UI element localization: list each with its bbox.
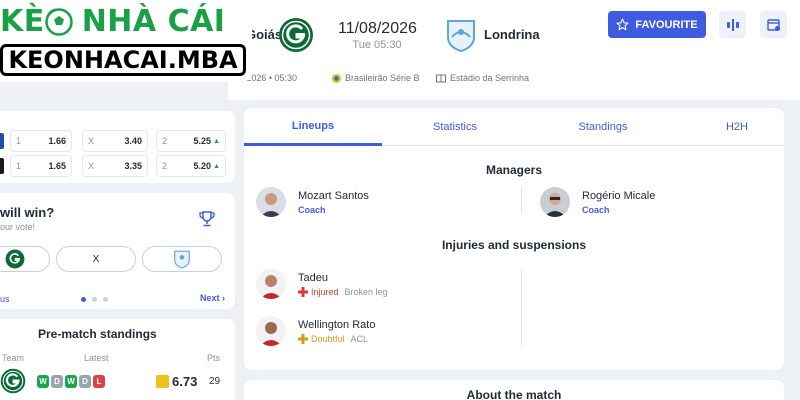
tab-h2h[interactable]: H2H [668, 108, 800, 146]
tab-lineups[interactable]: Lineups [244, 108, 382, 146]
injuries-title: Injuries and suspensions [441, 238, 587, 252]
match-meta: 11/08/2026 • 05:30 Brasileirão Série B E… [222, 73, 800, 87]
carousel-dot[interactable] [81, 297, 86, 302]
form-guide: W D W D L [37, 375, 105, 388]
previous-link[interactable]: us [0, 294, 10, 304]
match-header: Goiás 11/08/2026 Tue 05:30 Londrina FAVO… [222, 0, 800, 100]
odds-up-icon: ▲ [213, 162, 220, 170]
injured-player[interactable]: Tadeu Injured Broken leg [256, 269, 388, 299]
vote-home-button[interactable] [0, 246, 50, 272]
compare-icon [726, 18, 739, 31]
vote-subtitle: our vote! [0, 222, 36, 232]
doubtful-cross-icon [298, 333, 308, 344]
bookmaker-icon[interactable] [0, 158, 4, 174]
manager-name: Rogério Micale [582, 189, 656, 202]
compare-button[interactable] [719, 11, 746, 38]
carousel-dots [81, 297, 108, 302]
form-badge: D [79, 375, 91, 388]
brazil-flag-icon [332, 73, 341, 83]
stadium-icon [436, 74, 446, 82]
goias-crest-icon[interactable] [278, 17, 314, 53]
odd-draw[interactable]: X 3.40 [82, 130, 148, 152]
odd-away[interactable]: 2 5.20 ▲ [156, 155, 226, 177]
avatar [540, 187, 570, 217]
player-name: Wellington Rato [298, 318, 376, 331]
match-time: Tue 05:30 [352, 39, 402, 51]
rating-value: 6.73 [172, 374, 198, 389]
vote-title: will win? [0, 205, 55, 220]
standings-title: Pre-match standings [38, 327, 157, 341]
divider [521, 268, 522, 346]
home-manager[interactable]: Mozart Santos Coach [256, 187, 369, 217]
form-badge: W [65, 375, 77, 388]
match-tabs: Lineups Statistics Standings H2H [244, 108, 784, 146]
col-latest: Latest [84, 353, 109, 363]
form-badge: D [51, 375, 63, 388]
bookmaker-icon[interactable] [0, 133, 4, 149]
goias-crest-icon[interactable] [0, 368, 26, 394]
injury-cross-icon [298, 286, 308, 297]
meta-competition[interactable]: Brasileirão Série B [332, 73, 420, 83]
star-icon [616, 18, 629, 31]
managers-title: Managers [485, 163, 543, 177]
col-team: Team [2, 353, 25, 363]
meta-venue: Estádio da Serrinha [436, 73, 529, 83]
favourite-label: FAVOURITE [635, 18, 698, 31]
tab-standings[interactable]: Standings [534, 108, 672, 146]
odd-away[interactable]: 2 5.25 ▲ [156, 130, 226, 152]
manager-name: Mozart Santos [298, 189, 369, 202]
site-logo[interactable]: KÈO NHÀ CÁI KEONHACAI.MBA [0, 0, 252, 82]
points-value: 29 [209, 376, 221, 387]
col-pts: Pts [207, 353, 221, 363]
odds-row: 1 1.65 X 3.35 2 5.20 ▲ [0, 155, 226, 177]
carousel-dot[interactable] [103, 297, 108, 302]
tab-statistics[interactable]: Statistics [386, 108, 524, 146]
next-link[interactable]: Next › [200, 293, 225, 303]
carousel-dot[interactable] [92, 297, 97, 302]
odd-home[interactable]: 1 1.66 [10, 130, 72, 152]
divider [521, 186, 522, 214]
player-status: Injured Broken leg [298, 286, 388, 297]
doubtful-player[interactable]: Wellington Rato Doubtful ACL [256, 316, 375, 346]
form-badge: L [93, 375, 105, 388]
goias-crest-icon [5, 249, 25, 269]
calendar-button[interactable] [760, 11, 787, 38]
about-title: About the match [466, 388, 562, 400]
avatar [256, 187, 286, 217]
favourite-button[interactable]: FAVOURITE [608, 11, 706, 38]
londrina-crest-icon [174, 250, 190, 269]
trophy-icon [199, 211, 215, 227]
avatar [256, 316, 286, 346]
odds-row: 1 1.66 X 3.40 2 5.25 ▲ [0, 130, 226, 152]
odds-up-icon: ▲ [213, 137, 220, 145]
rating-badge [156, 375, 169, 388]
player-status: Doubtful ACL [298, 333, 375, 344]
manager-role: Coach [298, 204, 326, 215]
vote-away-button[interactable] [142, 246, 222, 272]
chevron-right-icon: › [222, 293, 226, 303]
odd-draw[interactable]: X 3.35 [82, 155, 148, 177]
manager-role: Coach [582, 204, 610, 215]
form-badge: W [37, 375, 49, 388]
player-name: Tadeu [298, 271, 328, 284]
londrina-crest-icon[interactable] [443, 17, 479, 53]
soccer-ball-icon [45, 8, 73, 36]
vote-draw-button[interactable]: X [56, 246, 136, 272]
odd-home[interactable]: 1 1.65 [10, 155, 72, 177]
match-date: 11/08/2026 [338, 20, 417, 37]
logo-text-bottom: KEONHACAI.MBA [0, 44, 246, 76]
avatar [256, 269, 286, 299]
logo-text-top: KÈO NHÀ CÁI [0, 4, 226, 39]
calendar-icon [766, 18, 780, 31]
away-team-name[interactable]: Londrina [484, 27, 540, 42]
away-manager[interactable]: Rogério Micale Coach [540, 187, 655, 217]
